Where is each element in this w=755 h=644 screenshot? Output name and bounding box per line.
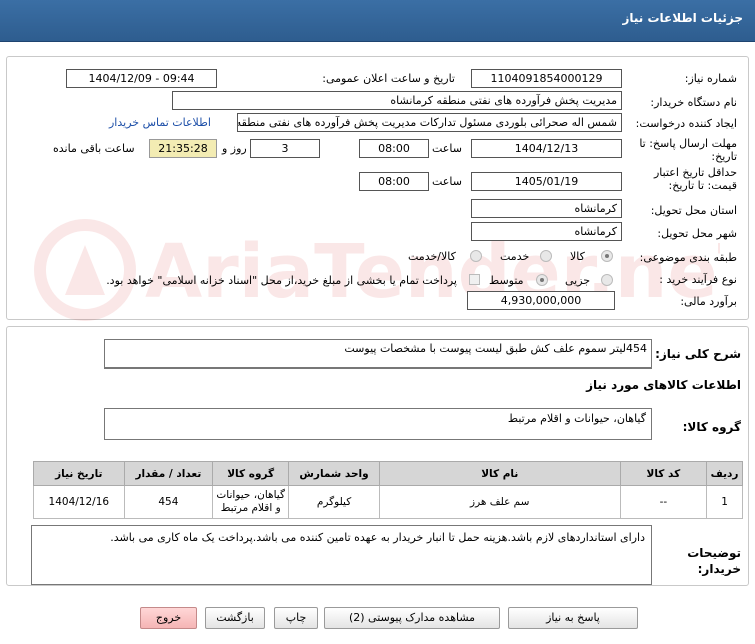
reply-time-label: ساعت	[432, 142, 462, 155]
price-time-label: ساعت	[432, 175, 462, 188]
days-label: روز و	[222, 142, 247, 155]
goods-table-header: ردیف کد کالا نام کالا واحد شمارش گروه کا…	[33, 461, 743, 486]
col-quantity: تعداد / مقدار	[123, 461, 214, 486]
category-service-label: خدمت	[500, 250, 530, 263]
category-label: طبقه بندی موضوعی:	[639, 251, 737, 264]
col-unit: واحد شمارش	[288, 461, 380, 486]
remaining-time-field: 21:35:28	[149, 139, 217, 158]
description-label: شرح کلی نیاز:	[655, 347, 741, 361]
category-goods-label: کالا	[570, 250, 585, 263]
treasury-payment-checkbox[interactable]	[469, 274, 480, 285]
reply-deadline-label: مهلت ارسال پاسخ: تا تاریخ:	[639, 137, 737, 163]
delivery-city-label: شهر محل تحویل:	[657, 227, 737, 240]
buyer-org-label: نام دستگاه خریدار:	[650, 96, 737, 109]
cell-unit: کیلوگرم	[288, 485, 380, 519]
need-number-label: شماره نیاز:	[684, 72, 737, 85]
price-validity-label: حداقل تاریخ اعتبار قیمت: تا تاریخ:	[653, 166, 737, 192]
panel-header: جزئیات اطلاعات نیاز	[0, 0, 755, 42]
page-title: جزئیات اطلاعات نیاز	[622, 11, 743, 25]
category-goods-radio[interactable]	[601, 250, 613, 262]
goods-section-title: اطلاعات کالاهای مورد نیاز	[586, 378, 741, 392]
cell-name: سم علف هرز	[378, 485, 621, 519]
col-group: گروه کالا	[212, 461, 290, 486]
cell-group: گیاهان، حیوانات و اقلام مرتبط	[212, 485, 290, 519]
goods-group-field: گیاهان، حیوانات و اقلام مرتبط	[104, 408, 652, 440]
cell-quantity: 454	[123, 485, 214, 519]
category-service-radio[interactable]	[540, 250, 552, 262]
price-validity-time: 08:00	[359, 172, 429, 191]
purchase-minor-label: جزیی	[565, 274, 591, 287]
buyer-org-field: مدیریت پخش فرآورده های نفتی منطقه کرمانش…	[172, 91, 622, 110]
exit-button[interactable]: خروج	[140, 607, 197, 629]
col-code: کد کالا	[619, 461, 708, 486]
description-field: 454لیتر سموم علف کش طبق لیست پیوست با مش…	[104, 339, 652, 369]
col-row: ردیف	[706, 461, 743, 486]
buyer-notes-label: توضیحات خریدار:	[687, 546, 741, 576]
treasury-payment-note: پرداخت تمام یا بخشی از مبلغ خرید،از محل …	[106, 274, 457, 287]
reply-deadline-date: 1404/12/13	[471, 139, 622, 158]
budget-field: 4,930,000,000	[467, 291, 615, 310]
requester-field: شمس اله صحرائی بلوردی مسئول تدارکات مدیر…	[237, 113, 622, 132]
attachments-button[interactable]: مشاهده مدارک پیوستی (2)	[324, 607, 500, 629]
delivery-province-field: کرمانشاه	[471, 199, 622, 218]
table-row: 1 -- سم علف هرز کیلوگرم گیاهان، حیوانات …	[33, 485, 743, 519]
cell-code: --	[619, 485, 708, 519]
purchase-medium-label: متوسط	[489, 274, 524, 287]
purchase-medium-radio[interactable]	[536, 274, 548, 286]
reply-deadline-time: 08:00	[359, 139, 429, 158]
reply-button[interactable]: پاسخ به نیاز	[508, 607, 638, 629]
print-button[interactable]: چاپ	[274, 607, 318, 629]
buyer-contact-link[interactable]: اطلاعات تماس خریدار	[109, 116, 211, 129]
delivery-province-label: استان محل تحویل:	[650, 204, 737, 217]
remaining-days-field: 3	[250, 139, 320, 158]
price-validity-date: 1405/01/19	[471, 172, 622, 191]
category-both-radio[interactable]	[470, 250, 482, 262]
buyer-notes-field: دارای استانداردهای لازم باشد.هزینه حمل ت…	[31, 525, 652, 585]
col-date: تاریخ نیاز	[33, 461, 125, 486]
goods-group-label: گروه کالا:	[682, 420, 741, 434]
requester-label: ایجاد کننده درخواست:	[635, 117, 737, 130]
announce-datetime-label: تاریخ و ساعت اعلان عمومی:	[322, 72, 455, 85]
goods-table: ردیف کد کالا نام کالا واحد شمارش گروه کا…	[33, 461, 743, 519]
purchase-type-label: نوع فرآیند خرید :	[659, 273, 737, 286]
purchase-minor-radio[interactable]	[601, 274, 613, 286]
cell-row: 1	[706, 485, 743, 519]
back-button[interactable]: بازگشت	[205, 607, 265, 629]
delivery-city-field: کرمانشاه	[471, 222, 622, 241]
announce-datetime-field: 1404/12/09 - 09:44	[66, 69, 217, 88]
category-both-label: کالا/خدمت	[408, 250, 456, 263]
col-name: نام کالا	[378, 461, 621, 486]
need-number-field: 1104091854000129	[471, 69, 622, 88]
cell-date: 1404/12/16	[33, 485, 125, 519]
remaining-label: ساعت باقی مانده	[53, 142, 135, 155]
budget-label: برآورد مالی:	[680, 295, 737, 308]
